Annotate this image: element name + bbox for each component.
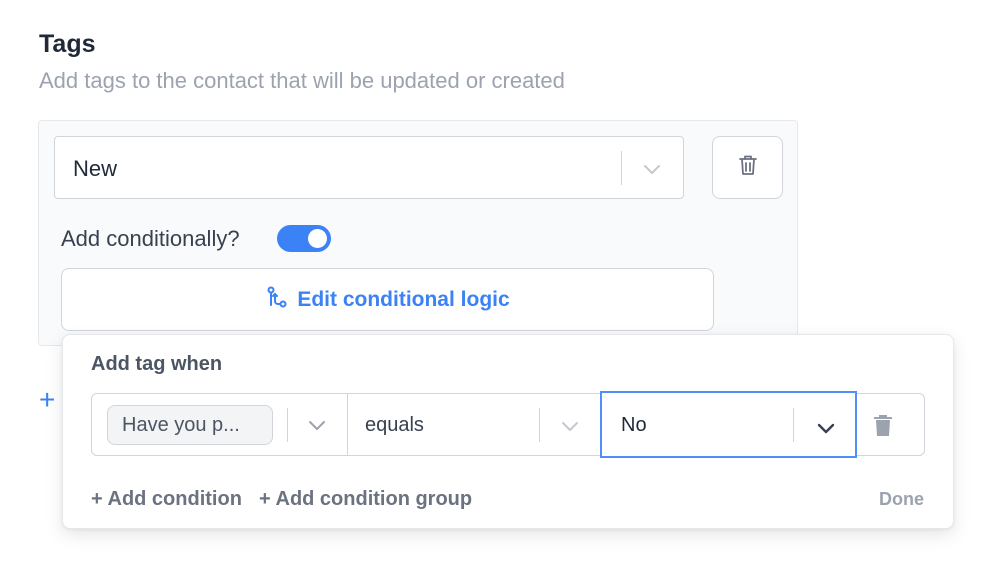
popover-title: Add tag when [91,353,223,375]
condition-value-select[interactable]: No [600,391,857,458]
select-separator [621,151,622,185]
operator-separator [539,408,540,442]
toggle-knob [308,229,327,248]
condition-operator-select[interactable]: equals [365,414,424,437]
delete-tag-button[interactable] [712,136,783,199]
value-separator [793,408,794,442]
section-subtitle: Add tags to the contact that will be upd… [39,68,565,93]
trash-icon [737,153,759,182]
section-title: Tags [39,30,96,58]
trash-icon[interactable] [872,412,894,443]
edit-conditional-logic-label: Edit conditional logic [297,287,510,311]
branch-logic-icon [265,285,289,315]
chevron-down-icon[interactable] [640,157,664,186]
add-condition-button[interactable]: + Add condition [91,488,242,511]
chevron-down-icon[interactable] [305,413,329,442]
chevron-down-icon[interactable] [558,414,582,443]
add-condition-group-button[interactable]: + Add condition group [259,488,472,511]
edit-conditional-logic-button[interactable]: Edit conditional logic [61,268,714,331]
add-conditionally-label: Add conditionally? [61,226,240,251]
done-button[interactable]: Done [879,489,924,510]
chevron-down-icon[interactable] [814,416,838,445]
add-conditionally-toggle[interactable] [277,225,331,252]
tag-select-value: New [73,156,118,181]
field-separator [287,408,288,442]
condition-value: No [621,414,647,436]
tag-select[interactable]: New [54,136,684,199]
add-tag-partial[interactable]: + [39,384,55,416]
field-divider [347,393,348,456]
condition-field-select[interactable]: Have you p... [107,405,273,445]
